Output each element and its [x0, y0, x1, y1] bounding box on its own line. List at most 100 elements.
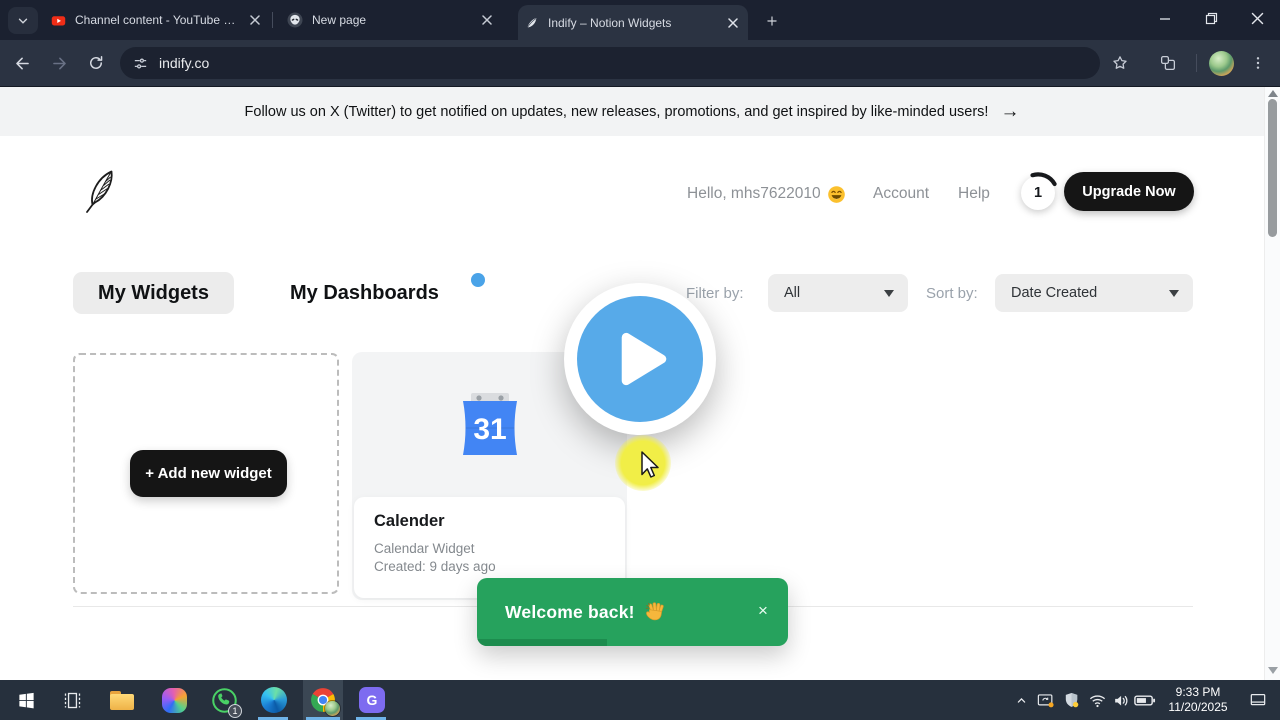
mouse-cursor: [641, 451, 659, 478]
edge-button[interactable]: [254, 680, 294, 720]
edge-icon: [261, 687, 287, 713]
address-bar[interactable]: indify.co: [120, 47, 1100, 79]
filter-by-label: Filter by:: [686, 285, 744, 302]
indify-logo[interactable]: [80, 166, 120, 218]
display-sync-icon: [1037, 693, 1054, 707]
calendar-day-number: 31: [473, 413, 506, 446]
chrome-profile-badge: [325, 701, 340, 716]
tab-search-button[interactable]: [8, 7, 38, 34]
promo-banner[interactable]: Follow us on X (Twitter) to get notified…: [0, 87, 1264, 136]
site-settings-icon: [134, 58, 147, 68]
window-close-button[interactable]: [1234, 0, 1280, 37]
profile-avatar[interactable]: [1209, 51, 1234, 76]
forward-arrow-icon: [52, 57, 66, 69]
play-circle: [577, 296, 703, 422]
grin-emoji: [827, 185, 845, 203]
tab-close-icon[interactable]: [478, 11, 496, 29]
action-center-button[interactable]: [1240, 680, 1276, 720]
sort-value: Date Created: [1011, 285, 1098, 301]
back-button[interactable]: [6, 47, 38, 79]
tab-close-icon[interactable]: [724, 14, 742, 32]
g-app-icon: G: [359, 687, 385, 713]
tab-new-page[interactable]: New page: [280, 0, 502, 40]
upgrade-now-button[interactable]: Upgrade Now: [1064, 172, 1194, 211]
tab-my-widgets[interactable]: My Widgets: [73, 272, 234, 314]
tab-my-dashboards[interactable]: My Dashboards: [290, 272, 439, 314]
forward-button[interactable]: [43, 47, 75, 79]
copilot-button[interactable]: [154, 680, 194, 720]
reload-icon: [90, 55, 103, 69]
sort-dropdown[interactable]: Date Created: [995, 274, 1193, 312]
scroll-up-arrow[interactable]: [1268, 90, 1278, 97]
window-restore-button[interactable]: [1188, 0, 1234, 37]
add-widget-card[interactable]: + Add new widget: [73, 353, 339, 594]
toast-close-button[interactable]: ×: [750, 598, 776, 624]
credits-progress-arc: [1030, 172, 1057, 187]
browser-titlebar: Channel content - YouTube Stu New page I…: [0, 0, 1280, 40]
reload-button[interactable]: [80, 47, 112, 79]
screen: Channel content - YouTube Stu New page I…: [0, 0, 1280, 720]
credits-ring-badge[interactable]: 1: [1018, 171, 1060, 213]
tab-title: New page: [312, 13, 367, 27]
file-explorer-button[interactable]: [102, 680, 142, 720]
battery-icon: [1133, 694, 1155, 706]
chrome-button-active[interactable]: [303, 680, 343, 720]
feather-favicon: [527, 17, 537, 28]
google-calendar-icon: 31: [463, 393, 517, 455]
play-icon: [621, 332, 667, 386]
task-view-icon: [64, 692, 80, 708]
greeting-text: Hello, mhs7622010: [687, 185, 821, 202]
gameloop-button[interactable]: G: [352, 680, 392, 720]
chevron-up-icon: [1017, 697, 1025, 703]
action-center-icon: [1250, 693, 1266, 706]
kebab-menu-icon: [1256, 57, 1260, 69]
new-tab-button[interactable]: [758, 7, 785, 34]
promo-banner-text: Follow us on X (Twitter) to get notified…: [244, 103, 989, 120]
tab-close-icon[interactable]: [246, 11, 264, 29]
window-minimize-button[interactable]: [1142, 0, 1188, 37]
close-icon: ×: [758, 601, 768, 620]
filter-value: All: [784, 285, 801, 301]
video-play-button[interactable]: [564, 283, 716, 435]
widget-title: Calender: [374, 512, 445, 530]
wifi-icon: [1089, 694, 1105, 707]
clock-time: 9:33 PM: [1175, 685, 1221, 699]
arrow-right-icon: →: [1000, 101, 1020, 122]
page-scrollbar[interactable]: [1264, 87, 1280, 680]
back-arrow-icon: [15, 57, 29, 69]
star-icon: [1113, 56, 1127, 69]
tray-battery-button[interactable]: [1128, 680, 1160, 720]
browser-menu-button[interactable]: [1242, 47, 1274, 79]
add-widget-button[interactable]: + Add new widget: [130, 450, 287, 497]
my-widgets-label: My Widgets: [98, 281, 209, 304]
filter-dropdown[interactable]: All: [768, 274, 908, 312]
copilot-icon: [161, 687, 187, 713]
caret-down-icon: [884, 290, 894, 297]
youtube-favicon: [51, 15, 66, 25]
alien-favicon: [287, 12, 303, 28]
dashboards-notification-dot: [471, 273, 485, 287]
tab-youtube-studio[interactable]: Channel content - YouTube Stu: [44, 0, 270, 40]
task-view-button[interactable]: [52, 680, 92, 720]
tab-title: Indify – Notion Widgets: [548, 15, 672, 30]
taskbar-clock[interactable]: 9:33 PM 11/20/2025: [1158, 685, 1238, 715]
tab-title: Channel content - YouTube Stu: [75, 13, 238, 27]
scrollbar-thumb[interactable]: [1268, 99, 1277, 237]
extensions-button[interactable]: [1152, 47, 1184, 79]
whatsapp-button[interactable]: 1: [204, 680, 244, 720]
start-button[interactable]: [6, 680, 46, 720]
nav-help-link[interactable]: Help: [958, 183, 990, 205]
toast-message: Welcome back!: [505, 601, 635, 622]
nav-account-link[interactable]: Account: [873, 183, 929, 205]
tab-indify-active[interactable]: Indify – Notion Widgets: [518, 5, 748, 40]
shield-icon: [1065, 692, 1078, 707]
welcome-toast: Welcome back! ×: [477, 578, 788, 646]
greeting: Hello, mhs7622010: [687, 183, 846, 205]
scroll-down-arrow[interactable]: [1268, 667, 1278, 674]
bookmark-button[interactable]: [1104, 47, 1136, 79]
taskbar: 1 G 9:33 PM 11/20/2025: [0, 680, 1280, 720]
extensions-icon: [1160, 55, 1176, 71]
sort-by-label: Sort by:: [926, 285, 978, 302]
toast-progress-bar: [477, 639, 607, 646]
account-label: Account: [873, 185, 930, 202]
